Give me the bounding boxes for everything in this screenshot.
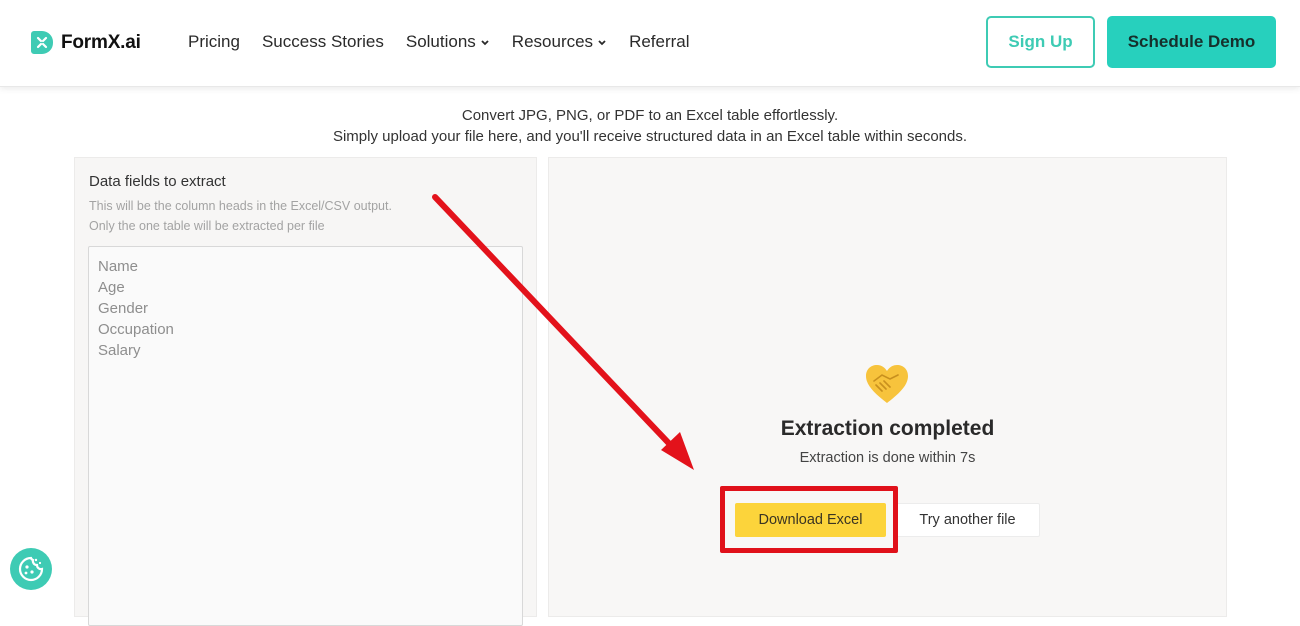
extraction-status-subtitle: Extraction is done within 7s	[799, 450, 976, 466]
data-fields-panel: Data fields to extract This will be the …	[74, 157, 537, 626]
help-line-2: Only the one table will be extracted per…	[89, 218, 325, 233]
cookie-icon[interactable]	[10, 548, 52, 590]
field-item: Age	[98, 279, 125, 296]
field-item: Occupation	[98, 321, 174, 338]
schedule-demo-button[interactable]: Schedule Demo	[1107, 16, 1276, 68]
brand-logo[interactable]: FormX.ai	[31, 31, 141, 54]
nav-item-success-stories[interactable]: Success Stories	[262, 32, 384, 52]
brand-name: FormX.ai	[61, 31, 141, 53]
site-header: FormX.ai Pricing Success Stories Solutio…	[0, 0, 1300, 87]
data-fields-title: Data fields to extract	[89, 173, 226, 190]
extraction-status-title: Extraction completed	[780, 417, 995, 440]
data-fields-textarea[interactable]: Name Age Gender Occupation Salary	[88, 246, 523, 626]
help-line-1: This will be the column heads in the Exc…	[89, 199, 392, 213]
chevron-down-icon	[597, 32, 607, 52]
field-item: Name	[98, 258, 139, 275]
sign-up-button[interactable]: Sign Up	[986, 16, 1095, 68]
intro-text: Convert JPG, PNG, or PDF to an Excel tab…	[0, 105, 1300, 147]
nav-label: Referral	[629, 32, 690, 51]
nav-item-referral[interactable]: Referral	[629, 32, 689, 52]
chevron-down-icon	[480, 32, 490, 52]
data-fields-help: This will be the column heads in the Exc…	[89, 197, 392, 236]
nav-label: Success Stories	[261, 32, 384, 51]
nav-item-pricing[interactable]: Pricing	[188, 32, 240, 52]
field-item: Salary	[98, 342, 141, 359]
nav-label: Pricing	[188, 32, 240, 51]
main-nav: Pricing Success Stories Solutions Resour…	[188, 32, 712, 52]
intro-line-2: Simply upload your file here, and you'll…	[332, 128, 968, 145]
handshake-icon	[864, 363, 910, 405]
try-another-file-button[interactable]: Try another file	[895, 503, 1040, 537]
intro-line-1: Convert JPG, PNG, or PDF to an Excel tab…	[461, 107, 839, 124]
nav-item-solutions[interactable]: Solutions	[406, 32, 490, 52]
nav-label: Solutions	[405, 32, 476, 51]
field-item: Gender	[98, 300, 149, 317]
download-excel-button[interactable]: Download Excel	[735, 503, 886, 537]
formx-logo-icon	[31, 31, 53, 54]
nav-label: Resources	[511, 32, 594, 51]
nav-item-resources[interactable]: Resources	[512, 32, 607, 52]
